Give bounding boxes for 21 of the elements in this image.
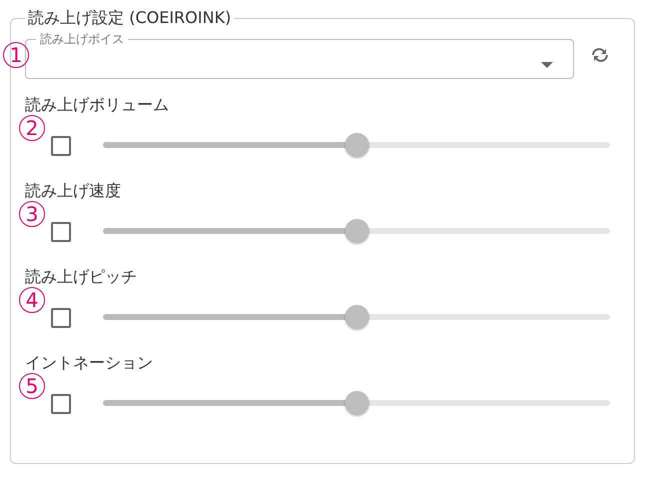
- checkbox[interactable]: [51, 308, 71, 328]
- caret-icon: [541, 62, 553, 68]
- checkbox[interactable]: [51, 394, 71, 414]
- voice-select[interactable]: 読み上げボイス: [25, 31, 574, 79]
- slider-thumb[interactable]: [344, 133, 368, 157]
- slider-thumb[interactable]: [344, 219, 368, 243]
- annotation-marker: 2: [19, 115, 45, 141]
- checkbox[interactable]: [51, 222, 71, 242]
- slider-label: 読み上げボリューム: [25, 95, 170, 115]
- checkbox[interactable]: [51, 136, 71, 156]
- annotation-marker: 4: [19, 287, 45, 313]
- slider-thumb[interactable]: [344, 305, 368, 329]
- slider-label: 読み上げピッチ: [25, 267, 138, 287]
- slider-label: イントネーション: [25, 353, 154, 373]
- refresh-icon[interactable]: [590, 47, 610, 63]
- annotation-marker: 5: [19, 373, 45, 399]
- slider-thumb[interactable]: [344, 391, 368, 415]
- group-title: 読み上げ設定 (COEIROINK): [27, 8, 232, 29]
- slider-label: 読み上げ速度: [25, 181, 122, 201]
- annotation-marker: 3: [19, 201, 45, 227]
- annotation-marker: 1: [3, 42, 29, 68]
